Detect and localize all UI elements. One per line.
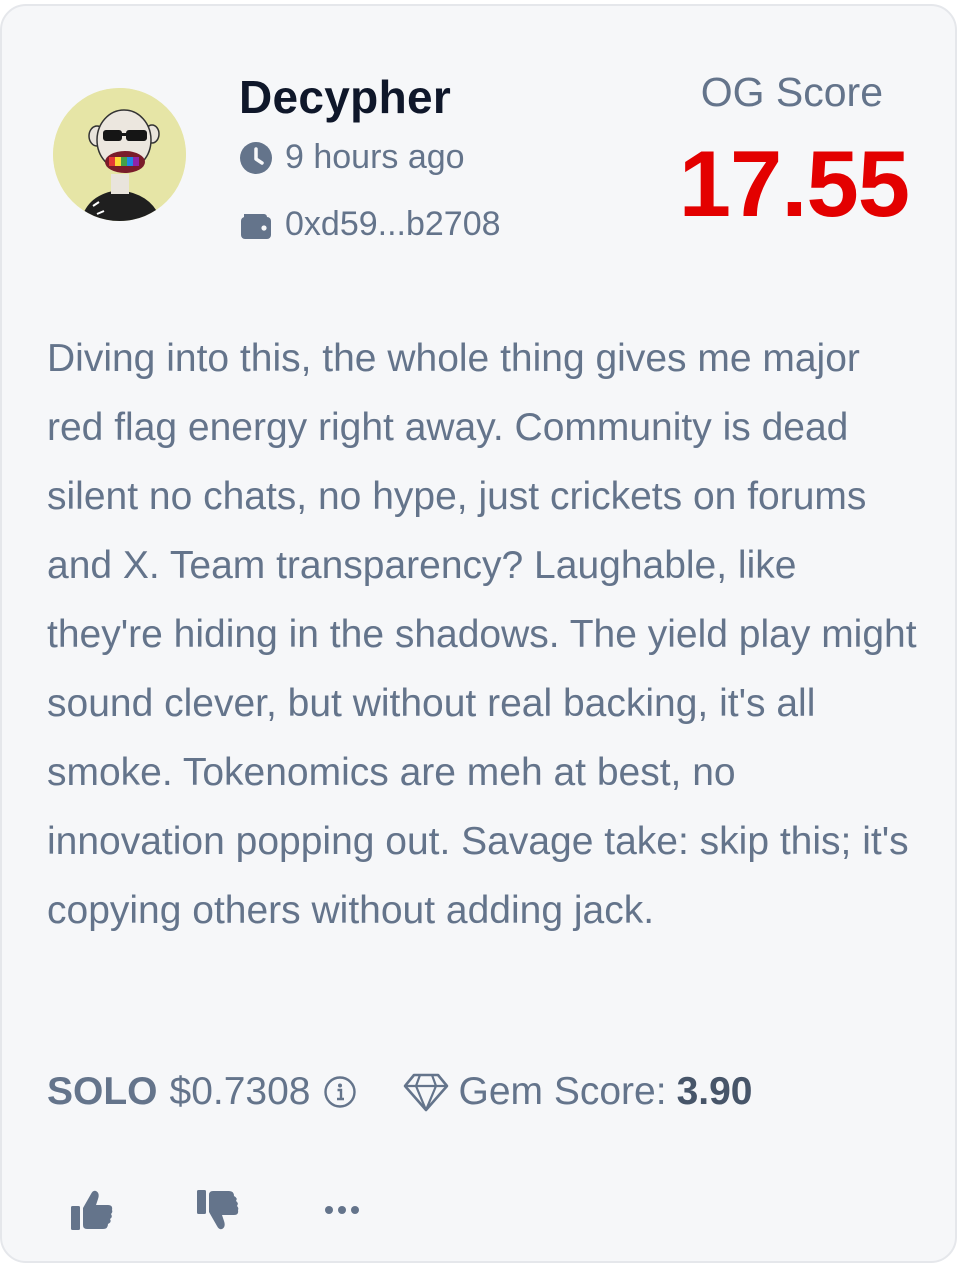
token-info: SOLO $0.7308 Gem Score: 3.90: [47, 1070, 752, 1114]
author-name[interactable]: Decypher: [239, 70, 451, 124]
wallet-icon: [241, 213, 271, 239]
thumbs-up-icon: [71, 1190, 113, 1230]
token-price: $0.7308: [169, 1070, 311, 1113]
dislike-button[interactable]: [194, 1186, 242, 1234]
clock-icon: [240, 141, 272, 174]
action-bar: [68, 1186, 366, 1234]
ape-avatar-icon: [53, 88, 186, 221]
wallet-address: 0xd59...b2708: [239, 205, 501, 244]
more-button[interactable]: [318, 1186, 366, 1234]
post-time-text: 9 hours ago: [285, 138, 465, 176]
gem-score: Gem Score: 3.90: [403, 1070, 753, 1114]
gem-score-label: Gem Score:: [458, 1070, 667, 1113]
og-score-value: 17.55: [678, 131, 910, 236]
wallet-address-text[interactable]: 0xd59...b2708: [285, 205, 501, 244]
like-button[interactable]: [68, 1186, 116, 1234]
more-icon: [325, 1206, 359, 1214]
og-score-label: OG Score: [700, 69, 883, 115]
token-symbol[interactable]: SOLO: [47, 1070, 158, 1114]
post-time: 9 hours ago: [239, 138, 465, 177]
review-text: Diving into this, the whole thing gives …: [47, 337, 917, 932]
avatar[interactable]: [53, 88, 186, 221]
gem-score-value: 3.90: [676, 1070, 753, 1113]
thumbs-down-icon: [197, 1190, 239, 1230]
info-icon[interactable]: [323, 1075, 357, 1109]
review-card: Decypher 9 hours ago 0xd59...b2708 OG Sc…: [0, 4, 957, 1263]
diamond-icon: [403, 1073, 448, 1112]
